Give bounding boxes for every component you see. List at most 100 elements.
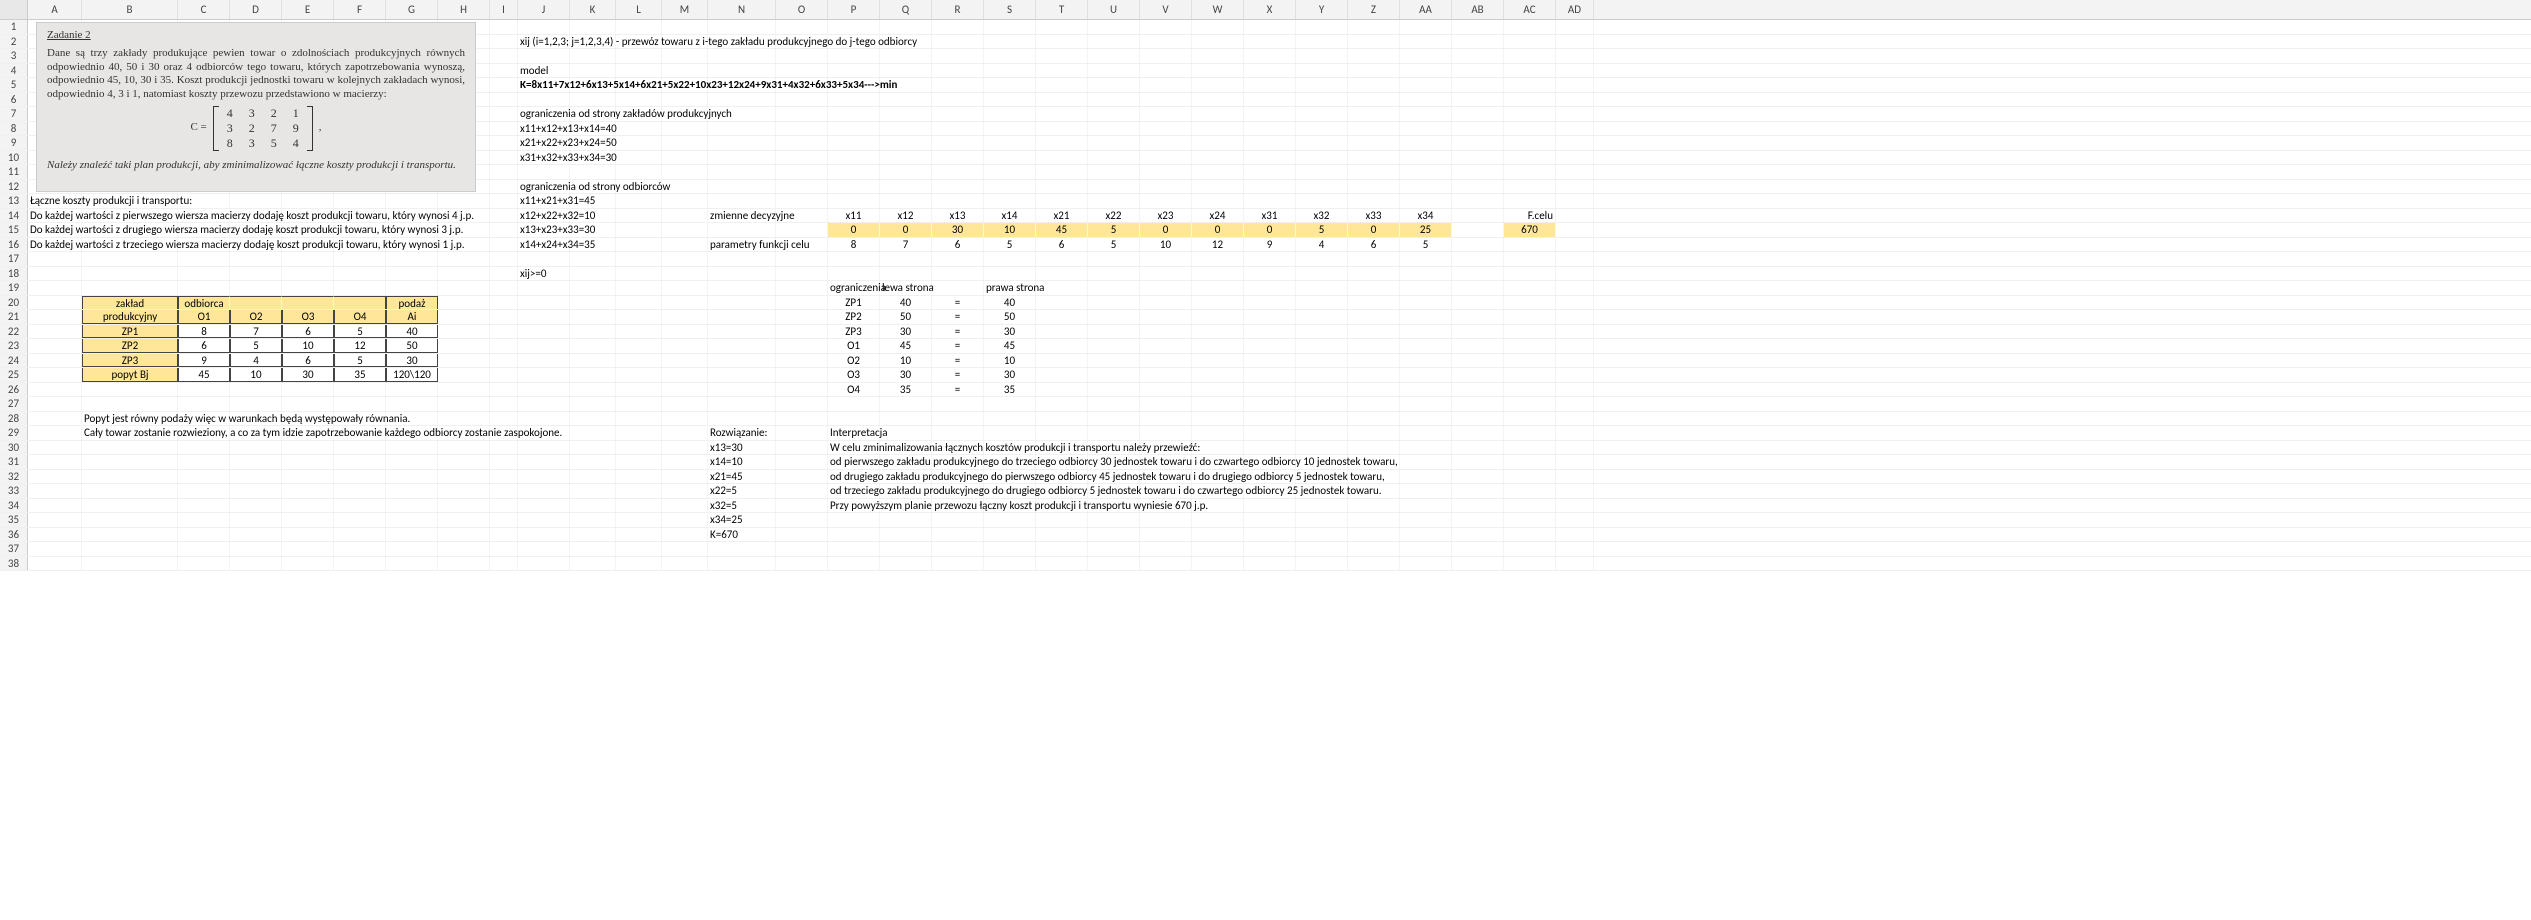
cell-K20[interactable] — [570, 296, 616, 310]
cell-U24[interactable] — [1088, 354, 1140, 368]
cell-O22[interactable] — [776, 325, 828, 339]
cell-T16[interactable]: 6 — [1036, 238, 1088, 252]
cell-AC26[interactable] — [1504, 383, 1556, 397]
cell-L26[interactable] — [616, 383, 662, 397]
cell-S35[interactable] — [984, 513, 1036, 527]
cell-T23[interactable] — [1036, 339, 1088, 353]
cell-T5[interactable] — [1036, 78, 1088, 92]
cell-C35[interactable] — [178, 513, 230, 527]
cell-Y18[interactable] — [1296, 267, 1348, 281]
cell-L28[interactable] — [616, 412, 662, 426]
cell-AA17[interactable] — [1400, 252, 1452, 266]
col-header-H[interactable]: H — [438, 0, 490, 19]
cell-AD18[interactable] — [1556, 267, 1594, 281]
cell-V14[interactable]: x23 — [1140, 209, 1192, 223]
row-header-11[interactable]: 11 — [0, 165, 28, 179]
cell-N21[interactable] — [708, 310, 776, 324]
cell-AD20[interactable] — [1556, 296, 1594, 310]
cell-AD6[interactable] — [1556, 93, 1594, 107]
cell-E37[interactable] — [282, 542, 334, 556]
cell-L33[interactable] — [616, 484, 662, 498]
cell-AA2[interactable] — [1400, 35, 1452, 49]
cell-G38[interactable] — [386, 557, 438, 571]
cell-O21[interactable] — [776, 310, 828, 324]
cell-AC21[interactable] — [1504, 310, 1556, 324]
cell-P16[interactable]: 8 — [828, 238, 880, 252]
cell-O27[interactable] — [776, 397, 828, 411]
cell-P19[interactable]: ograniczenia — [828, 281, 880, 295]
cell-Y27[interactable] — [1296, 397, 1348, 411]
col-header-K[interactable]: K — [570, 0, 616, 19]
cell-G33[interactable] — [386, 484, 438, 498]
cell-W38[interactable] — [1192, 557, 1244, 571]
col-header-T[interactable]: T — [1036, 0, 1088, 19]
cell-J17[interactable] — [518, 252, 570, 266]
cell-Z19[interactable] — [1348, 281, 1400, 295]
cell-A13[interactable]: Łączne koszty produkcji i transportu: — [28, 194, 82, 208]
cell-AA24[interactable] — [1400, 354, 1452, 368]
cell-AB34[interactable] — [1452, 499, 1504, 513]
col-header-M[interactable]: M — [662, 0, 708, 19]
cell-AB22[interactable] — [1452, 325, 1504, 339]
cell-E13[interactable] — [282, 194, 334, 208]
cell-M15[interactable] — [662, 223, 708, 237]
cell-AB35[interactable] — [1452, 513, 1504, 527]
cell-Q1[interactable] — [880, 20, 932, 34]
cell-N11[interactable] — [708, 165, 776, 179]
cell-D32[interactable] — [230, 470, 282, 484]
cell-AA10[interactable] — [1400, 151, 1452, 165]
cell-A21[interactable] — [28, 310, 82, 324]
cell-J7[interactable]: ograniczenia od strony zakładów produkcy… — [518, 107, 570, 121]
cell-F20[interactable] — [334, 296, 386, 310]
cell-AA3[interactable] — [1400, 49, 1452, 63]
cell-X3[interactable] — [1244, 49, 1296, 63]
cell-N34[interactable]: x32=5 — [708, 499, 776, 513]
cell-B34[interactable] — [82, 499, 178, 513]
cell-S28[interactable] — [984, 412, 1036, 426]
cell-W8[interactable] — [1192, 122, 1244, 136]
cell-W12[interactable] — [1192, 180, 1244, 194]
col-header-Z[interactable]: Z — [1348, 0, 1400, 19]
cell-Q10[interactable] — [880, 151, 932, 165]
row-header-29[interactable]: 29 — [0, 426, 28, 440]
cell-G34[interactable] — [386, 499, 438, 513]
cell-O7[interactable] — [776, 107, 828, 121]
cell-J32[interactable] — [518, 470, 570, 484]
cell-Q20[interactable]: 40 — [880, 296, 932, 310]
cell-I19[interactable] — [490, 281, 518, 295]
cell-AB38[interactable] — [1452, 557, 1504, 571]
row-header-20[interactable]: 20 — [0, 296, 28, 310]
cell-U7[interactable] — [1088, 107, 1140, 121]
cell-H24[interactable] — [438, 354, 490, 368]
cell-D21[interactable]: O2 — [230, 310, 282, 324]
cell-C17[interactable] — [178, 252, 230, 266]
cell-E25[interactable]: 30 — [282, 368, 334, 382]
spreadsheet[interactable]: ABCDEFGHIJKLMNOPQRSTUVWXYZAAABACAD 12xij… — [0, 0, 2531, 571]
cell-S38[interactable] — [984, 557, 1036, 571]
cell-A20[interactable] — [28, 296, 82, 310]
cell-B28[interactable]: Popyt jest równy podaży więc w warunkach… — [82, 412, 178, 426]
cell-Z30[interactable] — [1348, 441, 1400, 455]
cell-D38[interactable] — [230, 557, 282, 571]
cell-S11[interactable] — [984, 165, 1036, 179]
col-header-D[interactable]: D — [230, 0, 282, 19]
cell-V3[interactable] — [1140, 49, 1192, 63]
cell-Z10[interactable] — [1348, 151, 1400, 165]
cell-K37[interactable] — [570, 542, 616, 556]
row-header-6[interactable]: 6 — [0, 93, 28, 107]
cell-N10[interactable] — [708, 151, 776, 165]
cell-W25[interactable] — [1192, 368, 1244, 382]
cell-N36[interactable]: K=670 — [708, 528, 776, 542]
cell-S13[interactable] — [984, 194, 1036, 208]
cell-W37[interactable] — [1192, 542, 1244, 556]
cell-AB4[interactable] — [1452, 64, 1504, 78]
cell-R10[interactable] — [932, 151, 984, 165]
cell-N32[interactable]: x21=45 — [708, 470, 776, 484]
cell-Q18[interactable] — [880, 267, 932, 281]
cell-B26[interactable] — [82, 383, 178, 397]
cell-Z18[interactable] — [1348, 267, 1400, 281]
col-header-B[interactable]: B — [82, 0, 178, 19]
cell-AD3[interactable] — [1556, 49, 1594, 63]
cell-B27[interactable] — [82, 397, 178, 411]
cell-M38[interactable] — [662, 557, 708, 571]
